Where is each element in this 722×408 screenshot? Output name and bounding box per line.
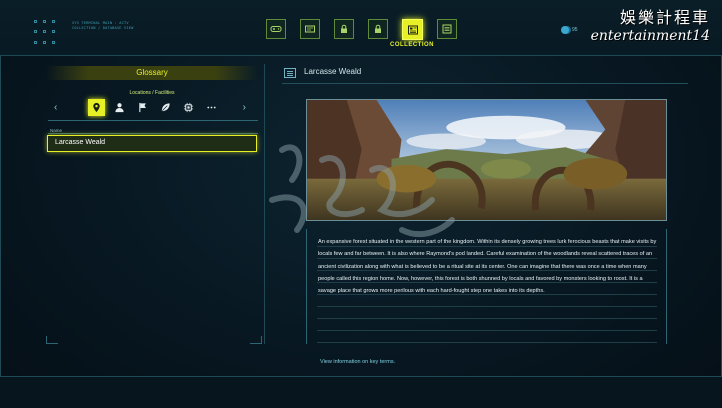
category-selector: ‹ › xyxy=(46,98,258,118)
category-factions[interactable] xyxy=(134,99,151,116)
calligraphy-watermark xyxy=(269,144,455,238)
lock-icon xyxy=(341,24,347,33)
person-icon xyxy=(115,103,124,113)
grid-dots-icon xyxy=(34,20,58,44)
category-icons xyxy=(88,99,220,116)
tab-locked-1[interactable] xyxy=(334,19,354,39)
category-nature[interactable] xyxy=(157,99,174,116)
chevron-left-icon[interactable]: ‹ xyxy=(54,102,57,113)
category-label: Locations / Facilities xyxy=(129,90,175,96)
category-characters[interactable] xyxy=(111,99,128,116)
gamepad-icon xyxy=(270,26,282,32)
glossary-header: Glossary xyxy=(46,66,258,80)
coin-icon xyxy=(561,26,569,34)
watermark-line: entertainment14 xyxy=(590,28,710,44)
tab-collection[interactable] xyxy=(402,19,423,40)
divider xyxy=(48,133,258,134)
flag-icon xyxy=(139,102,146,113)
system-info-line: COLLECTION / DATABASE VIEW xyxy=(72,26,134,30)
map-pin-icon xyxy=(93,102,100,113)
leaf-icon xyxy=(161,103,170,112)
detail-header: Larcasse Weald xyxy=(282,64,688,84)
key-terms-hint[interactable]: View information on key terms. xyxy=(320,359,395,365)
category-technology[interactable] xyxy=(180,99,197,116)
settings-list-icon xyxy=(442,24,452,34)
tab-settings[interactable] xyxy=(437,19,457,39)
panel-bracket xyxy=(46,336,58,344)
chip-icon xyxy=(183,102,194,113)
document-icon xyxy=(284,68,296,78)
category-locations[interactable] xyxy=(88,99,105,116)
glossary-panel: Glossary Locations / Facilities ‹ › Name… xyxy=(46,64,265,344)
collection-icon xyxy=(407,25,418,34)
tab-cards[interactable] xyxy=(300,19,320,39)
top-bar: SYS TERMINAL MAIN : ACTV COLLECTION / DA… xyxy=(0,0,722,56)
more-icon xyxy=(207,106,216,109)
glossary-entry-selected[interactable]: Larcasse Weald xyxy=(47,135,257,152)
chevron-right-icon[interactable]: › xyxy=(243,102,246,113)
tab-gamepad[interactable] xyxy=(266,19,286,39)
panel-bracket xyxy=(250,336,262,344)
watermark: 娛樂計程車 entertainment14 xyxy=(591,4,710,44)
main-tabs xyxy=(266,19,457,41)
lock-icon xyxy=(375,24,381,33)
active-tab-label: COLLECTION xyxy=(390,42,434,48)
currency-value: 95 xyxy=(572,27,578,33)
category-more[interactable] xyxy=(203,99,220,116)
system-info: SYS TERMINAL MAIN : ACTV COLLECTION / DA… xyxy=(72,21,133,31)
divider xyxy=(48,120,258,121)
tab-locked-2[interactable] xyxy=(368,19,388,39)
watermark-line: 娛樂計程車 xyxy=(619,8,710,27)
detail-title: Larcasse Weald xyxy=(304,67,362,76)
currency-display: 95 xyxy=(561,26,578,34)
bottom-bar xyxy=(0,376,722,408)
card-icon xyxy=(305,25,315,33)
